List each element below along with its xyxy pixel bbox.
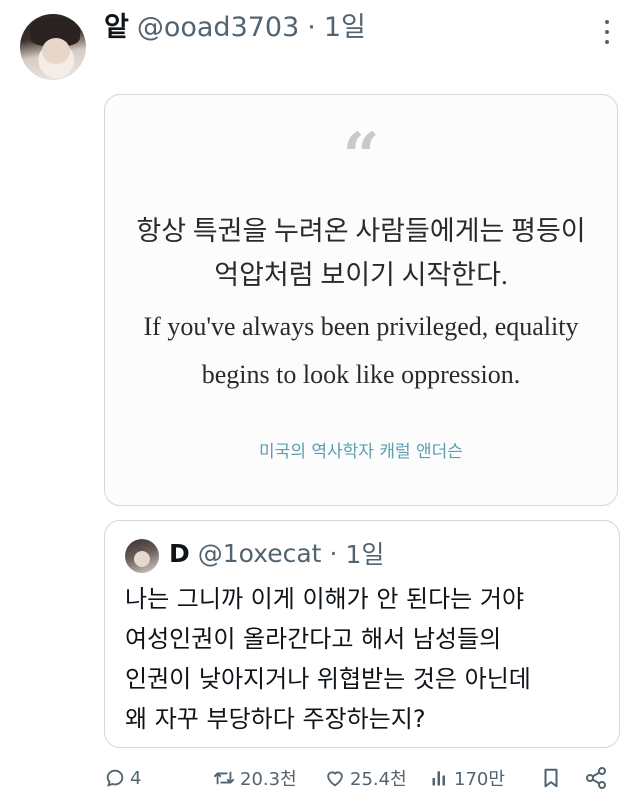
quote-english-line-2: begins to look like oppression. xyxy=(201,360,521,389)
quoted-display-name: D xyxy=(169,538,190,568)
like-button[interactable]: 25.4천 xyxy=(324,760,407,796)
reply-count: 4 xyxy=(130,767,142,789)
timestamp[interactable]: 1일 xyxy=(324,10,366,46)
views-count: 170만 xyxy=(454,769,505,790)
share-icon xyxy=(586,767,606,789)
retweet-count: 20.3천 xyxy=(240,769,297,790)
quoted-line-4: 왜 자꾸 부당하다 주장하는지? xyxy=(125,705,426,733)
quote-text: 항상 특권을 누려온 사람들에게는 평등이 억압처럼 보이기 시작한다. If … xyxy=(105,209,617,399)
reply-icon xyxy=(106,769,124,787)
display-name[interactable]: 앝 xyxy=(104,10,129,46)
tweet-header: 앝 @ooad3703 · 1일 xyxy=(104,10,366,46)
avatar[interactable] xyxy=(20,14,86,80)
views-button[interactable]: 170만 xyxy=(430,760,505,796)
quote-korean-line-2: 억압처럼 보이기 시작한다. xyxy=(214,260,508,290)
quoted-tweet[interactable]: D @1oxecat · 1일 나는 그니까 이게 이해가 안 된다는 거야 여… xyxy=(104,520,620,748)
more-icon[interactable] xyxy=(596,20,618,44)
reply-button[interactable]: 4 xyxy=(104,760,141,796)
quoted-separator-dot: · xyxy=(329,538,338,568)
retweet-button[interactable]: 20.3천 xyxy=(212,760,297,796)
quoted-tweet-body: 나는 그니까 이게 이해가 안 된다는 거야 여성인권이 올라간다고 해서 남성… xyxy=(125,579,605,739)
action-bar: 4 20.3천 25.4천 170만 xyxy=(104,760,610,796)
tweet-view: 앝 @ooad3703 · 1일 “ 항상 특권을 누려온 사람들에게는 평등이… xyxy=(0,0,640,807)
bookmark-icon xyxy=(544,768,558,788)
bookmark-button[interactable] xyxy=(540,760,562,796)
quoted-line-3: 인권이 낮아지거나 위협받는 것은 아닌데 xyxy=(125,665,531,693)
quote-image-card[interactable]: “ 항상 특권을 누려온 사람들에게는 평등이 억압처럼 보이기 시작한다. I… xyxy=(104,94,618,506)
quoted-timestamp: 1일 xyxy=(345,540,385,569)
quoted-tweet-header: D @1oxecat · 1일 xyxy=(169,536,384,570)
quote-mark-icon: “ xyxy=(342,119,380,194)
quoted-line-1: 나는 그니까 이게 이해가 안 된다는 거야 xyxy=(125,585,525,613)
user-handle[interactable]: @ooad3703 xyxy=(137,10,299,46)
quote-english-line-1: If you've always been privileged, equali… xyxy=(143,312,579,341)
like-count: 25.4천 xyxy=(350,769,407,790)
quote-attribution: 미국의 역사학자 캐럴 앤더슨 xyxy=(259,442,463,462)
quoted-line-2: 여성인권이 올라간다고 해서 남성들의 xyxy=(125,625,502,653)
quoted-avatar xyxy=(125,539,159,573)
heart-icon xyxy=(327,771,343,787)
share-button[interactable] xyxy=(584,760,608,796)
retweet-icon xyxy=(213,771,235,785)
separator-dot: · xyxy=(307,12,316,43)
views-icon xyxy=(432,771,445,786)
quote-korean-line-1: 항상 특권을 누려온 사람들에게는 평등이 xyxy=(136,216,586,246)
quoted-user-handle: @1oxecat xyxy=(197,538,322,568)
